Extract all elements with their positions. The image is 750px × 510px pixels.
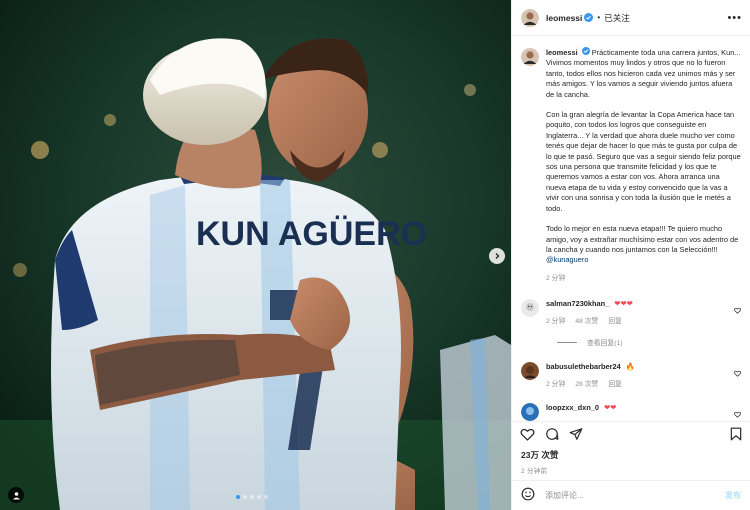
tagged-users-button[interactable] bbox=[8, 487, 24, 503]
comments-scroll-area[interactable]: leomessi Prácticamente toda una carrera … bbox=[512, 36, 750, 421]
comment-username[interactable]: loopzxx_dxn_0 bbox=[546, 403, 599, 413]
jersey-name-text: KUN AGÜERO bbox=[196, 215, 427, 253]
caption-username[interactable]: leomessi bbox=[546, 48, 578, 57]
post-actions-bar bbox=[512, 421, 750, 449]
like-comment-heart-icon[interactable] bbox=[734, 303, 741, 317]
post-viewer: KUN AGÜERO leomessi • 已关注 ••• leomessi P… bbox=[0, 0, 750, 510]
avatar[interactable] bbox=[521, 362, 539, 381]
replies-divider bbox=[557, 341, 577, 343]
save-bookmark-icon[interactable] bbox=[730, 427, 742, 444]
view-replies-label: 查看回复(1) bbox=[587, 340, 623, 348]
avatar[interactable] bbox=[521, 403, 539, 421]
like-comment-heart-icon[interactable] bbox=[734, 407, 741, 421]
carousel-indicator bbox=[236, 495, 268, 499]
comment-likes[interactable]: 28 次赞 bbox=[575, 378, 598, 388]
add-comment-bar: 发布 bbox=[512, 480, 750, 510]
photo-scene: KUN AGÜERO bbox=[0, 0, 511, 510]
likes-count[interactable]: 23万 次赞 bbox=[512, 449, 750, 462]
caption-paragraph: Con la gran alegría de levantar la Copa … bbox=[546, 110, 741, 213]
comment-username[interactable]: salman7230khan_ bbox=[546, 299, 609, 309]
like-comment-heart-icon[interactable] bbox=[734, 366, 741, 380]
comment-time: 2 分钟 bbox=[546, 381, 566, 389]
comment-emojis: ❤❤ bbox=[603, 403, 617, 413]
comment-emojis: 🔥 bbox=[625, 362, 635, 372]
share-paper-plane-icon[interactable] bbox=[569, 427, 583, 444]
comment-item: loopzxx_dxn_0 ❤❤ bbox=[521, 403, 741, 421]
post-caption: leomessi Prácticamente toda una carrera … bbox=[521, 47, 741, 284]
like-heart-icon[interactable] bbox=[520, 427, 535, 444]
verified-badge-icon bbox=[581, 47, 590, 55]
post-details-panel: leomessi • 已关注 ••• leomessi Prácticament… bbox=[511, 0, 750, 510]
comment-username[interactable]: babusulethebarber24 bbox=[546, 362, 621, 372]
comment-likes[interactable]: 48 次赞 bbox=[575, 315, 598, 325]
post-comment-button[interactable]: 发布 bbox=[725, 490, 741, 501]
chevron-right-icon bbox=[495, 253, 500, 259]
add-comment-input[interactable] bbox=[545, 491, 695, 500]
reply-button[interactable]: 回复 bbox=[608, 378, 622, 388]
avatar[interactable] bbox=[521, 8, 539, 27]
reply-button[interactable]: 回复 bbox=[608, 315, 622, 325]
caption-time: 2 分钟 bbox=[546, 274, 566, 282]
carousel-dot bbox=[257, 495, 261, 499]
user-tag-icon bbox=[12, 491, 20, 499]
carousel-dot bbox=[264, 495, 268, 499]
comment-bubble-icon[interactable] bbox=[545, 427, 559, 444]
next-photo-button[interactable] bbox=[489, 248, 505, 264]
avatar[interactable] bbox=[521, 299, 539, 318]
more-options-icon[interactable]: ••• bbox=[727, 12, 742, 24]
emoji-smiley-icon[interactable] bbox=[521, 487, 535, 504]
carousel-dot bbox=[243, 495, 247, 499]
carousel-dot bbox=[250, 495, 254, 499]
comment-emojis: ❤❤❤ bbox=[614, 299, 633, 309]
comment-item: babusulethebarber24 🔥 2 分钟 28 次赞 回复 bbox=[521, 362, 741, 388]
post-timestamp[interactable]: 2 分钟前 bbox=[512, 462, 750, 480]
mention-link[interactable]: @kunaguero bbox=[546, 255, 588, 264]
caption-paragraph: Todo lo mejor en esta nueva etapa!!! Te … bbox=[546, 224, 739, 254]
carousel-dot bbox=[236, 495, 240, 499]
avatar[interactable] bbox=[521, 48, 539, 66]
comment-time: 2 分钟 bbox=[546, 318, 566, 326]
following-button[interactable]: 已关注 bbox=[604, 12, 630, 24]
view-replies-button[interactable]: 查看回复(1) bbox=[557, 337, 741, 347]
verified-badge-icon bbox=[584, 13, 594, 22]
post-photo[interactable]: KUN AGÜERO bbox=[0, 0, 511, 510]
comment-item: salman7230khan_ ❤❤❤ 2 分钟 48 次赞 回复 bbox=[521, 299, 741, 325]
post-header: leomessi • 已关注 ••• bbox=[512, 0, 750, 36]
caption-text: leomessi Prácticamente toda una carrera … bbox=[546, 47, 741, 284]
separator-dot: • bbox=[597, 13, 601, 22]
username-link[interactable]: leomessi bbox=[546, 13, 582, 23]
